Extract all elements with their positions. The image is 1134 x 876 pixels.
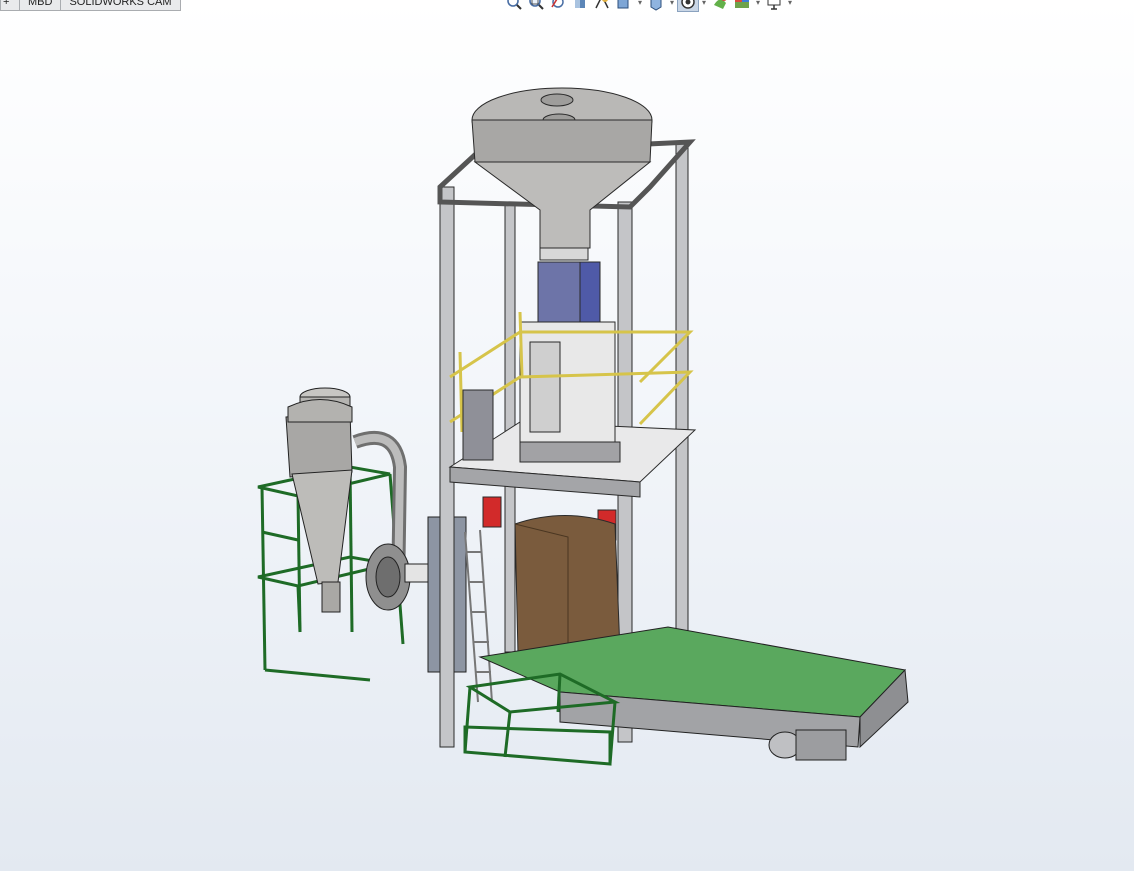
chevron-down-icon[interactable]: ▾ [753, 0, 763, 12]
hide-show-items-icon[interactable] [677, 0, 699, 12]
tab-cam[interactable]: SOLIDWORKS CAM [60, 0, 181, 11]
chevron-down-icon[interactable]: ▾ [667, 0, 677, 12]
tab-mbd[interactable]: MBD [19, 0, 62, 11]
view-settings-icon[interactable] [763, 0, 785, 12]
dynamic-annotation-icon[interactable] [591, 0, 613, 12]
hopper-body [471, 119, 653, 163]
chevron-down-icon[interactable]: ▾ [635, 0, 645, 12]
command-manager-tabs: + MBD SOLIDWORKS CAM [0, 0, 181, 11]
apply-scene-icon[interactable] [731, 0, 753, 12]
view-orientation-icon[interactable] [613, 0, 635, 12]
chevron-down-icon[interactable]: ▾ [699, 0, 709, 12]
zoom-to-fit-icon[interactable] [503, 0, 525, 12]
cyclone-dust-collector[interactable] [257, 387, 467, 682]
edit-appearance-icon[interactable] [709, 0, 731, 12]
display-style-icon[interactable] [645, 0, 667, 12]
zoom-to-area-icon[interactable] [525, 0, 547, 12]
graphics-area[interactable] [0, 12, 1134, 871]
tab-first[interactable]: + [0, 0, 20, 11]
heads-up-view-toolbar: ▾ ▾ ▾ ▾ ▾ [503, 0, 795, 12]
ladder [464, 529, 493, 703]
belt-conveyor[interactable] [478, 626, 909, 761]
section-view-icon[interactable] [569, 0, 591, 12]
previous-view-icon[interactable] [547, 0, 569, 12]
chevron-down-icon[interactable]: ▾ [785, 0, 795, 12]
